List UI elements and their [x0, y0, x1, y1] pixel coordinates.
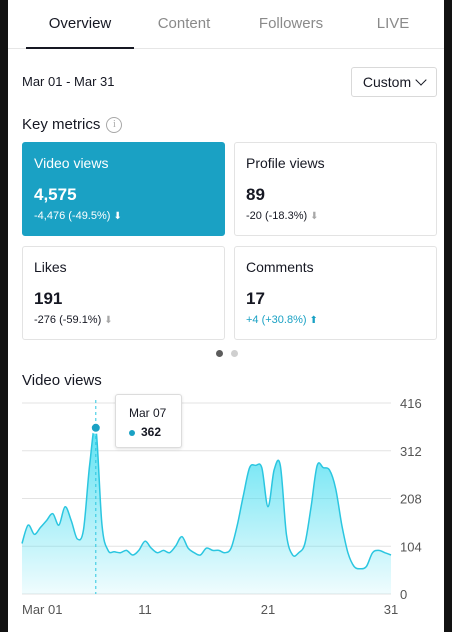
metric-label: Profile views: [246, 155, 325, 171]
custom-range-button[interactable]: Custom: [351, 67, 437, 97]
tooltip-series-dot: [129, 430, 135, 436]
metric-card-comments[interactable]: Comments 17 +4 (+30.8%) ⬆: [234, 246, 437, 340]
x-tick-label: 31: [384, 602, 398, 617]
date-range-label: Mar 01 - Mar 31: [22, 74, 115, 89]
page-dot[interactable]: [231, 350, 238, 357]
metric-value: 191: [34, 289, 63, 308]
active-tab-indicator: [26, 47, 134, 49]
key-metrics-title: Key metrics: [22, 116, 101, 133]
metric-change-text: +4 (+30.8%): [246, 314, 307, 326]
metric-change: +4 (+30.8%) ⬆: [246, 314, 318, 326]
tab-overview[interactable]: Overview: [26, 0, 134, 48]
metric-change-text: -4,476 (-49.5%): [34, 210, 111, 222]
chart-tooltip: Mar 07 362: [115, 394, 182, 448]
metric-change-text: -20 (-18.3%): [246, 210, 308, 222]
selected-point-marker[interactable]: [89, 421, 102, 434]
y-tick-label: 416: [400, 396, 422, 411]
tab-content[interactable]: Content: [134, 0, 234, 48]
metric-label: Likes: [34, 259, 67, 275]
custom-range-label: Custom: [362, 74, 412, 90]
metric-card-profile-views[interactable]: Profile views 89 -20 (-18.3%) ⬇: [234, 142, 437, 236]
analytics-screen: Overview Content Followers LIVE Mar 01 -…: [8, 0, 444, 632]
arrow-down-icon: ⬇: [310, 210, 319, 222]
y-tick-label: 312: [400, 444, 422, 459]
arrow-down-icon: ⬇: [104, 314, 113, 326]
page-indicator: [216, 350, 238, 357]
y-tick-label: 208: [400, 492, 422, 507]
tab-live[interactable]: LIVE: [348, 0, 438, 48]
metric-change-text: -276 (-59.1%): [34, 314, 102, 326]
x-tick-label: 21: [261, 602, 275, 617]
key-metrics-heading: Key metrics i: [22, 116, 123, 133]
metric-value: 89: [246, 185, 265, 204]
y-tick-label: 104: [400, 539, 422, 554]
y-tick-label: 0: [400, 587, 407, 602]
metric-change: -20 (-18.3%) ⬇: [246, 210, 319, 222]
arrow-up-icon: ⬆: [309, 314, 318, 326]
tab-bar: Overview Content Followers LIVE: [8, 0, 444, 49]
chevron-down-icon: [415, 74, 427, 86]
tab-followers[interactable]: Followers: [236, 0, 346, 48]
tooltip-date: Mar 07: [129, 406, 167, 420]
video-views-chart[interactable]: 0 104 208 312 416 Mar 01 11 21 31: [8, 388, 444, 632]
metric-label: Video views: [34, 155, 109, 171]
metric-value: 17: [246, 289, 265, 308]
x-tick-label: Mar 01: [22, 602, 62, 617]
page-dot-active[interactable]: [216, 350, 223, 357]
x-tick-label: 11: [138, 602, 152, 617]
metric-card-video-views[interactable]: Video views 4,575 -4,476 (-49.5%) ⬇: [22, 142, 225, 236]
metric-change: -276 (-59.1%) ⬇: [34, 314, 113, 326]
metric-change: -4,476 (-49.5%) ⬇: [34, 210, 122, 222]
arrow-down-icon: ⬇: [113, 210, 122, 222]
info-icon[interactable]: i: [106, 116, 123, 133]
tooltip-value: 362: [141, 425, 162, 439]
chart-title: Video views: [22, 372, 102, 389]
metric-card-likes[interactable]: Likes 191 -276 (-59.1%) ⬇: [22, 246, 225, 340]
metric-value: 4,575: [34, 185, 77, 204]
metric-label: Comments: [246, 259, 314, 275]
